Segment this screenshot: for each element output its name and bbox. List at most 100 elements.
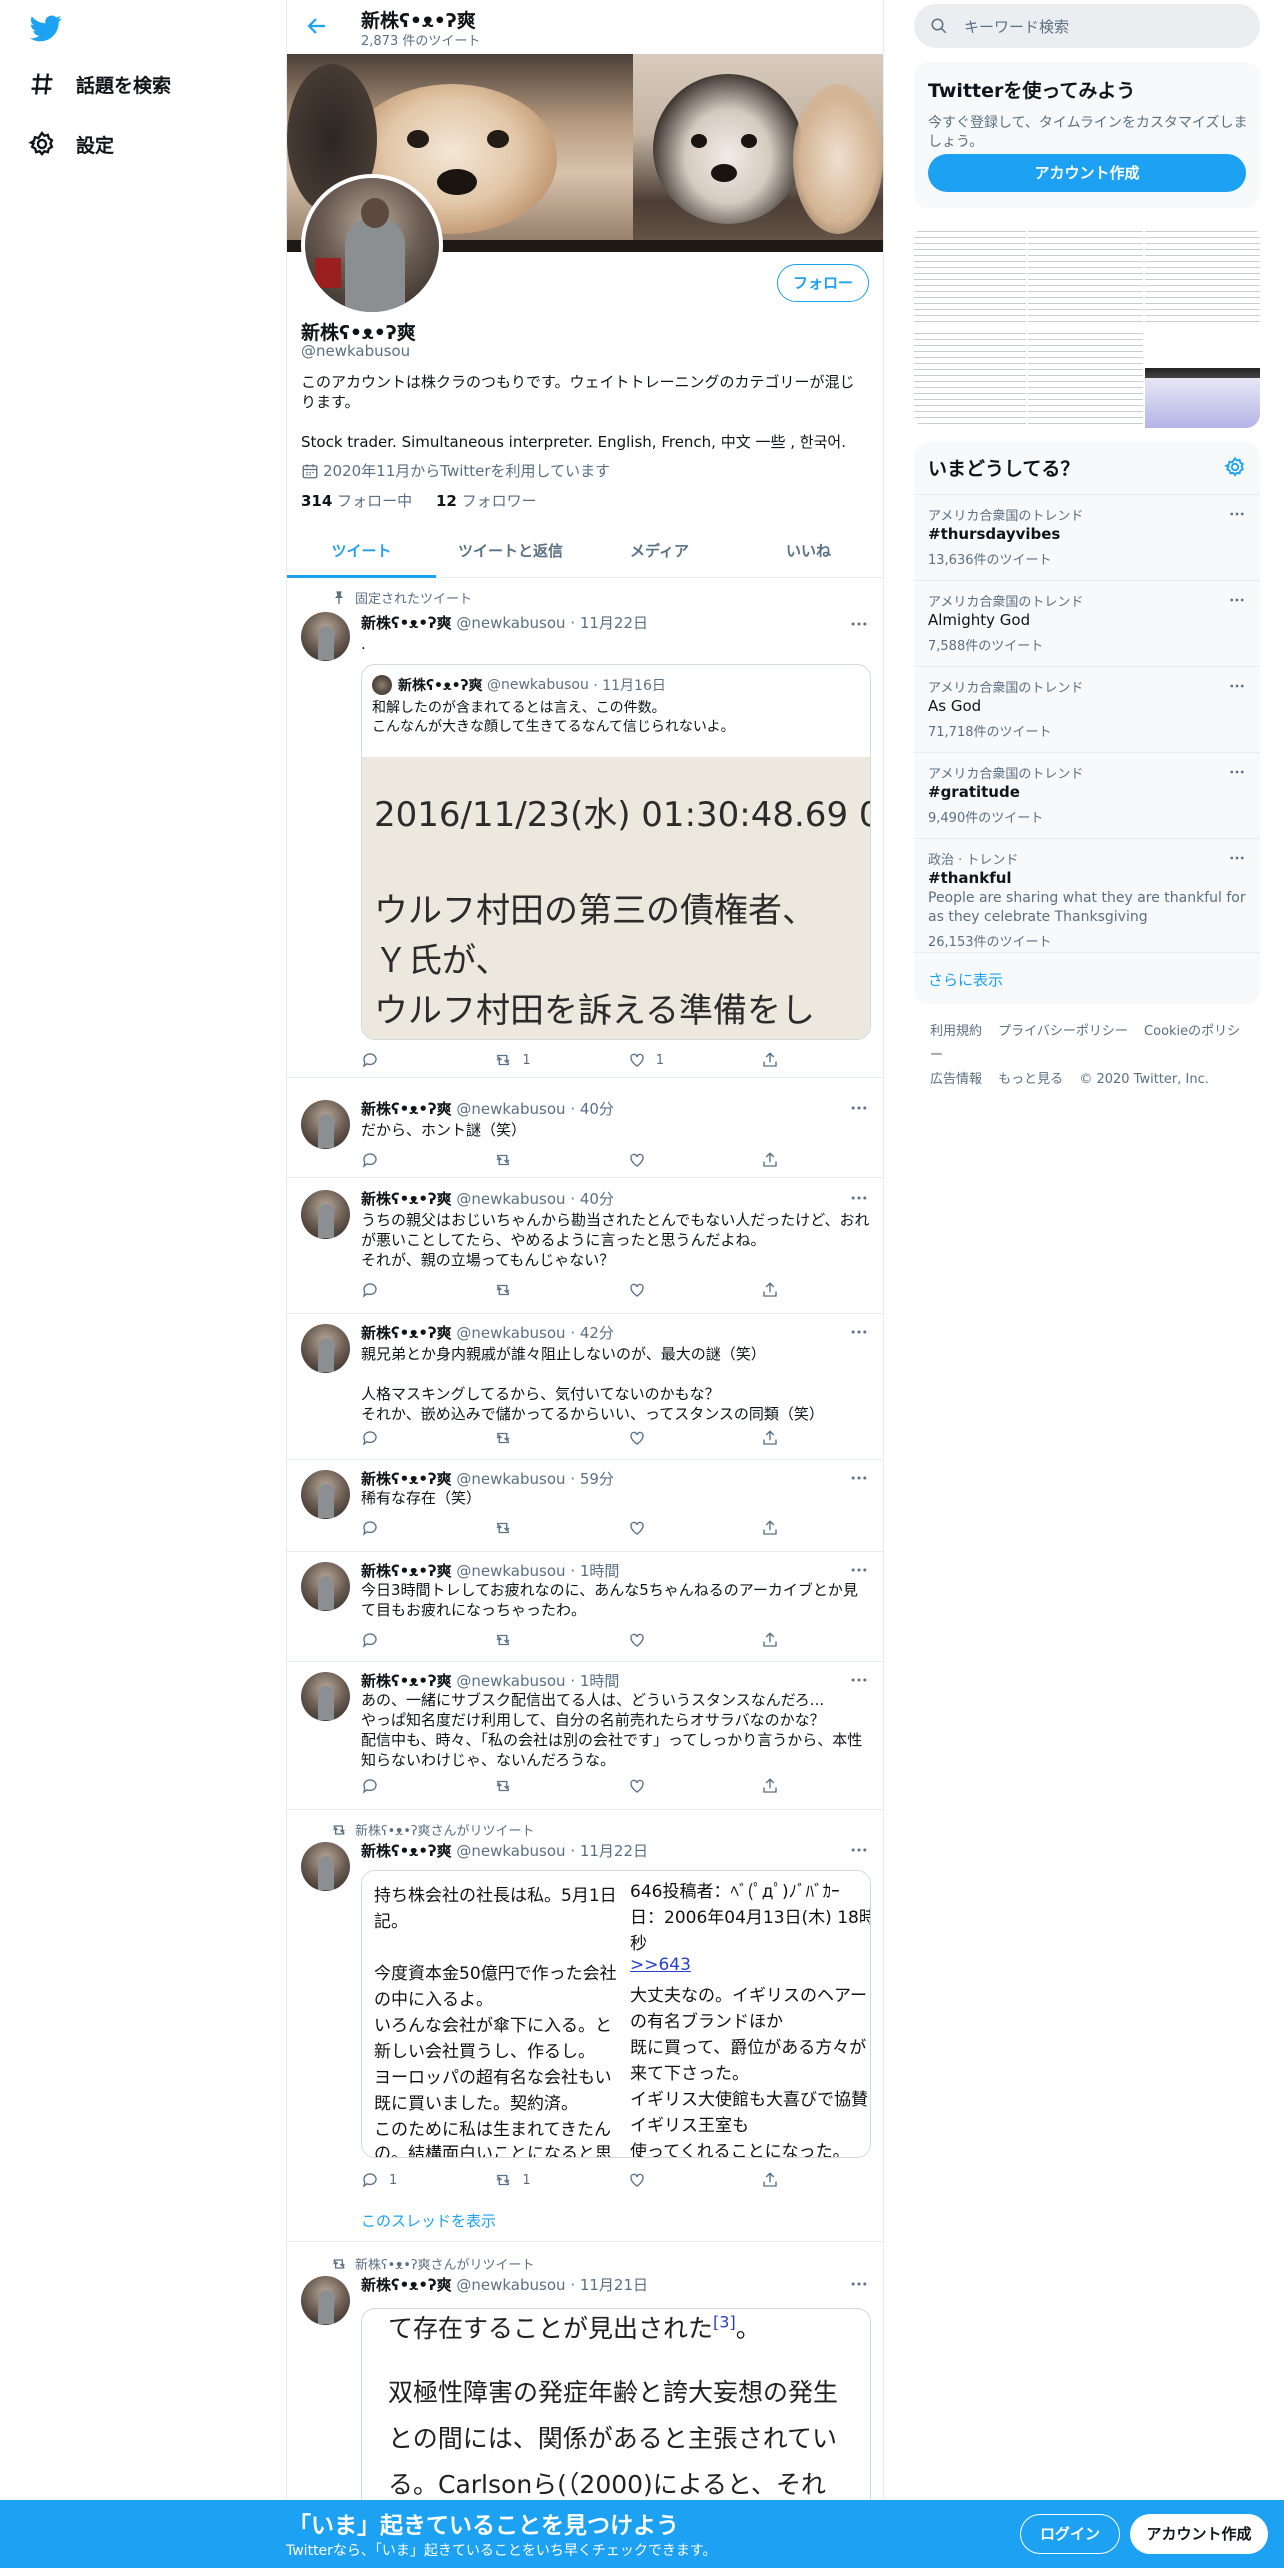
more-options-icon[interactable] <box>849 1560 869 1580</box>
tweet-author-name[interactable]: 新株ʕ•ᴥ•ʔ爽 <box>361 1842 452 1860</box>
footer-ads[interactable]: 広告情報 <box>930 1072 982 1087</box>
tweet-author-name[interactable]: 新株ʕ•ᴥ•ʔ爽 <box>361 1672 452 1690</box>
trend-item[interactable]: アメリカ合衆国のトレンド #gratitude 9,490件のツイート <box>914 752 1260 838</box>
tab-tweets[interactable]: ツイート <box>287 524 436 578</box>
retweet-button[interactable] <box>494 1150 627 1170</box>
profile-avatar[interactable] <box>301 174 443 316</box>
like-button[interactable] <box>628 1150 761 1170</box>
trend-item[interactable]: アメリカ合衆国のトレンド As God 71,718件のツイート <box>914 666 1260 752</box>
trends-settings-icon[interactable] <box>1224 456 1246 478</box>
like-button[interactable] <box>628 1776 761 1796</box>
tweet-retweeted[interactable]: 新株ʕ•ᴥ•ʔ爽さんがリツイート 新株ʕ•ᴥ•ʔ爽 @newkabusou · … <box>287 2242 883 2508</box>
like-button[interactable] <box>628 1428 761 1448</box>
more-options-icon[interactable] <box>849 1098 869 1118</box>
share-button[interactable] <box>761 1630 801 1650</box>
tweet[interactable]: 新株ʕ•ᴥ•ʔ爽 @newkabusou · 59分 稀有な存在（笑） <box>287 1460 883 1552</box>
quoted-image[interactable]: 2016/11/23(水) 01:30:48.69 0 ウルフ村田の第三の債権者… <box>362 757 870 1039</box>
media-thumbnail[interactable] <box>1028 226 1143 326</box>
tweet-author-name[interactable]: 新株ʕ•ᴥ•ʔ爽 <box>361 1324 452 1342</box>
nav-settings[interactable]: 設定 <box>28 130 114 158</box>
followers-link[interactable]: 12 フォロワー <box>436 492 537 510</box>
following-link[interactable]: 314 フォロー中 <box>301 492 412 510</box>
more-options-icon[interactable] <box>849 614 869 634</box>
tweet[interactable]: 新株ʕ•ᴥ•ʔ爽 @newkabusou · 1時間 あの、一緒にサブスク配信出… <box>287 1662 883 1810</box>
login-button[interactable]: ログイン <box>1020 2514 1120 2554</box>
tweet-time[interactable]: · 11月22日 <box>570 1842 648 1860</box>
share-button[interactable] <box>761 1518 801 1538</box>
search-box[interactable]: キーワード検索 <box>914 4 1260 48</box>
more-options-icon[interactable] <box>1228 763 1246 781</box>
avatar[interactable] <box>301 1100 350 1149</box>
share-button[interactable] <box>761 1428 801 1448</box>
reply-button[interactable] <box>361 1150 494 1170</box>
footer-more[interactable]: もっと見る <box>998 1072 1063 1087</box>
retweet-button[interactable] <box>494 1280 627 1300</box>
more-options-icon[interactable] <box>1228 505 1246 523</box>
trend-item[interactable]: アメリカ合衆国のトレンド Almighty God 7,588件のツイート <box>914 580 1260 666</box>
quoted-tweet[interactable]: 新株ʕ•ᴥ•ʔ爽 @newkabusou · 11月16日 和解したのが含まれて… <box>361 664 871 1040</box>
tweet-author-name[interactable]: 新株ʕ•ᴥ•ʔ爽 <box>361 1562 452 1580</box>
more-options-icon[interactable] <box>849 1322 869 1342</box>
more-options-icon[interactable] <box>849 1840 869 1860</box>
tweet-author-handle[interactable]: @newkabusou <box>456 2276 565 2294</box>
reply-button[interactable] <box>361 1776 494 1796</box>
tweet-pinned[interactable]: 固定されたツイート 新株ʕ•ᴥ•ʔ爽 @newkabusou · 11月22日 … <box>287 578 883 1078</box>
nav-explore[interactable]: 話題を検索 <box>28 70 171 98</box>
tweet-author-name[interactable]: 新株ʕ•ᴥ•ʔ爽 <box>361 1100 452 1118</box>
like-button[interactable] <box>628 1518 761 1538</box>
tweet-time[interactable]: · 42分 <box>570 1324 614 1342</box>
tweet-author-name[interactable]: 新株ʕ•ᴥ•ʔ爽 <box>361 614 452 632</box>
tweet[interactable]: 新株ʕ•ᴥ•ʔ爽 @newkabusou · 42分 親兄弟とか身内親戚が誰々阻… <box>287 1314 883 1460</box>
footer-terms[interactable]: 利用規約 <box>930 1024 982 1039</box>
tweet[interactable]: 新株ʕ•ᴥ•ʔ爽 @newkabusou · 40分 うちの親父はおじいちゃんか… <box>287 1178 883 1314</box>
show-thread-link[interactable]: このスレッドを表示 <box>361 2210 496 2231</box>
more-options-icon[interactable] <box>1228 677 1246 695</box>
reply-button[interactable] <box>361 1050 494 1070</box>
twitter-logo-icon[interactable] <box>28 12 64 44</box>
tweet-time[interactable]: · 40分 <box>570 1190 614 1208</box>
tweet-author-handle[interactable]: @newkabusou <box>456 614 565 632</box>
more-options-icon[interactable] <box>849 1468 869 1488</box>
create-account-button[interactable]: アカウント作成 <box>928 154 1246 192</box>
more-options-icon[interactable] <box>1228 591 1246 609</box>
tweet-time[interactable]: · 40分 <box>570 1100 614 1118</box>
more-options-icon[interactable] <box>1228 849 1246 867</box>
follow-button[interactable]: フォロー <box>777 264 869 302</box>
tweet-author-name[interactable]: 新株ʕ•ᴥ•ʔ爽 <box>361 1470 452 1488</box>
tweet-time[interactable]: · 11月21日 <box>570 2276 648 2294</box>
share-button[interactable] <box>761 1280 801 1300</box>
avatar[interactable] <box>301 2276 350 2325</box>
tweet-author-handle[interactable]: @newkabusou <box>456 1470 565 1488</box>
tweet-author-handle[interactable]: @newkabusou <box>456 1100 565 1118</box>
more-options-icon[interactable] <box>849 1188 869 1208</box>
trend-item[interactable]: アメリカ合衆国のトレンド #thursdayvibes 13,636件のツイート <box>914 494 1260 580</box>
avatar[interactable] <box>301 1842 350 1891</box>
avatar[interactable] <box>301 1190 350 1239</box>
retweet-button[interactable]: 1 <box>494 1050 627 1070</box>
tweet-author-handle[interactable]: @newkabusou <box>456 1562 565 1580</box>
tweet-time[interactable]: · 1時間 <box>570 1562 619 1580</box>
tweet-time[interactable]: · 11月22日 <box>570 614 648 632</box>
tweet[interactable]: 新株ʕ•ᴥ•ʔ爽 @newkabusou · 1時間 今日3時間トレしてお疲れな… <box>287 1552 883 1662</box>
tweet-retweeted[interactable]: 新株ʕ•ᴥ•ʔ爽さんがリツイート 新株ʕ•ᴥ•ʔ爽 @newkabusou · … <box>287 1810 883 2242</box>
tab-media[interactable]: メディア <box>585 524 734 577</box>
retweet-button[interactable] <box>494 1630 627 1650</box>
media-thumbnail[interactable] <box>914 328 1026 428</box>
tweet-image-left[interactable]: 持ち株会社の社長は私。5月1日 記。 今度資本金50億円で作った会社 の中に入る… <box>362 1871 616 2157</box>
like-button[interactable]: 1 <box>628 1050 761 1070</box>
tweet-images[interactable]: 持ち株会社の社長は私。5月1日 記。 今度資本金50億円で作った会社 の中に入る… <box>361 1870 871 2158</box>
reply-button[interactable] <box>361 1630 494 1650</box>
media-thumbnail[interactable] <box>914 226 1026 326</box>
more-options-icon[interactable] <box>849 2274 869 2294</box>
retweet-button[interactable] <box>494 1776 627 1796</box>
retweet-button[interactable] <box>494 1518 627 1538</box>
media-thumbnail[interactable] <box>1145 226 1260 326</box>
media-grid[interactable] <box>914 226 1260 428</box>
tweet-author-handle[interactable]: @newkabusou <box>456 1190 565 1208</box>
tweet-author-name[interactable]: 新株ʕ•ᴥ•ʔ爽 <box>361 1190 452 1208</box>
like-button[interactable] <box>628 2170 761 2190</box>
like-button[interactable] <box>628 1630 761 1650</box>
share-button[interactable] <box>761 1050 801 1070</box>
avatar[interactable] <box>301 1672 350 1721</box>
media-thumbnail[interactable] <box>1145 328 1260 428</box>
